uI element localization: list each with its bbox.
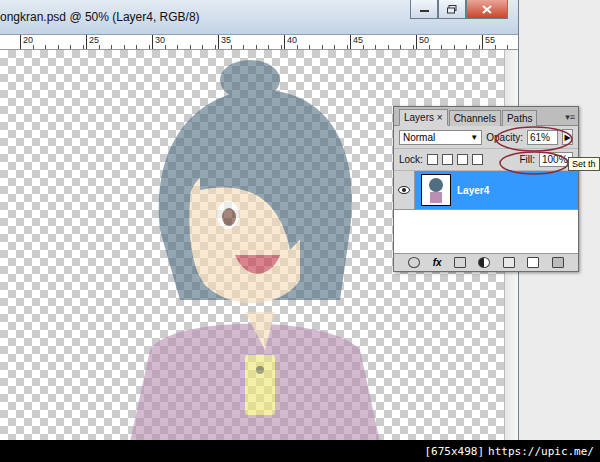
ruler-tick: 55: [482, 35, 518, 49]
ruler-tick: 30: [152, 35, 218, 49]
eye-icon: [398, 186, 410, 194]
layers-panel: Layers ×ChannelsPaths ▾≡ Normal▼ Opacity: 61…: [393, 106, 579, 272]
panel-menu-icon[interactable]: ▾≡: [565, 112, 575, 122]
restore-icon: [447, 5, 457, 14]
lock-pixels-icon[interactable]: [442, 154, 453, 165]
panel-tab[interactable]: Layers ×: [399, 109, 448, 126]
ruler-tick: 20: [20, 35, 86, 49]
ruler-tick: 50: [416, 35, 482, 49]
annotation-marks: [394, 107, 578, 271]
window-title: ongkran.psd @ 50% (Layer4, RGB/8): [0, 10, 200, 24]
ruler-tick: 40: [284, 35, 350, 49]
panel-tab[interactable]: Channels: [449, 110, 501, 126]
minimize-button[interactable]: [410, 0, 438, 19]
watermark-url: https://upic.me/: [488, 445, 594, 458]
panel-tab[interactable]: Paths: [502, 110, 538, 126]
folder-icon[interactable]: [503, 257, 515, 268]
link-icon[interactable]: [408, 257, 420, 268]
watermark-bar: [675x498] https://upic.me/: [0, 440, 600, 462]
fill-highlight: [500, 152, 568, 174]
layer-name: Layer4: [457, 185, 489, 196]
trash-icon[interactable]: [552, 257, 564, 268]
new-layer-icon[interactable]: [527, 257, 539, 268]
lock-transparency-icon[interactable]: [427, 154, 438, 165]
panel-footer: fx: [394, 253, 578, 271]
image-size: [675x498]: [424, 445, 484, 458]
adjustment-icon[interactable]: [478, 257, 490, 268]
window-controls: [410, 0, 508, 19]
blend-row: Normal▼ Opacity: 61% ▶: [394, 126, 578, 149]
maximize-button[interactable]: [438, 0, 466, 19]
close-icon: [482, 5, 492, 14]
blend-mode-select[interactable]: Normal▼: [399, 130, 482, 145]
close-button[interactable]: [466, 0, 508, 19]
minimize-icon: [420, 5, 429, 13]
lock-all-icon[interactable]: [472, 154, 483, 165]
opacity-slider-button[interactable]: ▶: [562, 129, 573, 145]
ruler-tick: 45: [350, 35, 416, 49]
tooltip: Set th: [568, 157, 600, 171]
opacity-highlight: [496, 127, 572, 151]
lock-label: Lock:: [399, 154, 423, 165]
character-thumbnail-icon: [426, 177, 446, 203]
lock-row: Lock:Fill:100%: [394, 149, 578, 171]
lock-position-icon[interactable]: [457, 154, 468, 165]
layer-row[interactable]: Layer4: [394, 171, 578, 210]
layer-style-button[interactable]: fx: [433, 257, 442, 268]
horizontal-ruler: 2025303540455055: [0, 35, 518, 50]
layer-thumbnail: [421, 174, 451, 206]
title-bar: ongkran.psd @ 50% (Layer4, RGB/8): [0, 0, 518, 35]
opacity-field[interactable]: 61%: [527, 130, 558, 145]
layer-list: Layer4: [394, 171, 578, 253]
opacity-label: Opacity:: [486, 132, 523, 143]
fill-label: Fill:: [519, 154, 535, 165]
dropdown-arrow-icon: ▼: [470, 133, 478, 142]
visibility-toggle[interactable]: [394, 171, 415, 209]
panel-tabs: Layers ×ChannelsPaths ▾≡: [394, 107, 578, 126]
screenshot: ongkran.psd @ 50% (Layer4, RGB/8) 2025303…: [0, 0, 600, 462]
ruler-tick: 25: [86, 35, 152, 49]
ruler-tick: 35: [218, 35, 284, 49]
mask-icon[interactable]: [454, 257, 466, 268]
